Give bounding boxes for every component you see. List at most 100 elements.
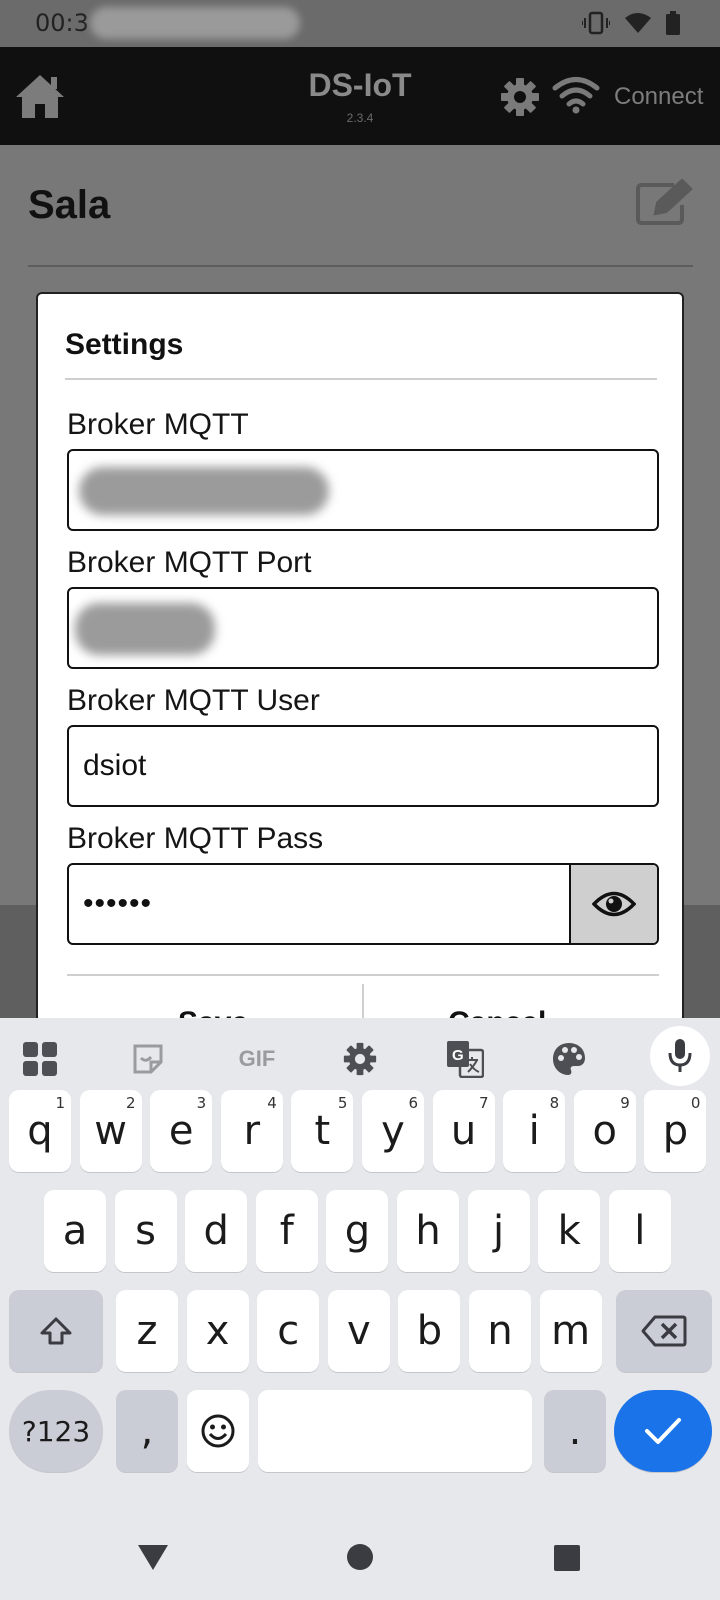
app-bar: DS-IoT 2.3.4 Connect — [0, 47, 720, 145]
key-s[interactable]: s — [114, 1190, 177, 1272]
home-nav-button[interactable] — [346, 1543, 374, 1576]
key-label: c — [277, 1308, 300, 1354]
back-nav-button[interactable] — [136, 1542, 170, 1577]
key-number-hint: 8 — [549, 1094, 560, 1112]
enter-key[interactable] — [614, 1390, 712, 1472]
key-label: g — [344, 1208, 371, 1254]
key-label: t — [314, 1108, 331, 1154]
key-z[interactable]: z — [116, 1290, 178, 1372]
wifi-icon[interactable] — [552, 75, 600, 115]
key-number-hint: 9 — [620, 1094, 630, 1112]
app-version: 2.3.4 — [346, 111, 374, 125]
key-number-hint: 2 — [126, 1094, 136, 1112]
microphone-button[interactable] — [650, 1026, 710, 1086]
wifi-status-icon — [624, 11, 652, 40]
emoji-key[interactable] — [187, 1390, 249, 1472]
battery-icon — [666, 11, 680, 40]
key-number-hint: 3 — [196, 1094, 207, 1112]
key-o[interactable]: o9 — [573, 1090, 636, 1172]
key-u[interactable]: u7 — [432, 1090, 495, 1172]
gear-icon[interactable] — [500, 77, 540, 117]
period-key[interactable]: . — [544, 1390, 606, 1472]
toggle-password-button[interactable] — [569, 865, 657, 943]
divider — [28, 265, 693, 267]
user-label: Broker MQTT User — [67, 684, 320, 717]
back-icon — [138, 1545, 168, 1570]
checkmark-icon — [645, 1418, 681, 1444]
key-v[interactable]: v — [327, 1290, 390, 1372]
key-label: p — [662, 1108, 689, 1154]
key-f[interactable]: f — [255, 1190, 318, 1272]
settings-icon[interactable] — [333, 1032, 387, 1086]
pass-value: •••••• — [83, 887, 153, 920]
key-c[interactable]: c — [257, 1290, 320, 1372]
app-title: DS-IoT — [308, 67, 412, 103]
palette-icon[interactable] — [542, 1032, 596, 1086]
comma-key[interactable]: , — [116, 1390, 178, 1472]
user-input[interactable]: dsiot — [67, 725, 659, 807]
connect-button[interactable]: Connect — [614, 83, 703, 111]
recents-nav-button[interactable] — [553, 1544, 581, 1577]
key-label: s — [135, 1208, 157, 1254]
key-y[interactable]: y6 — [362, 1090, 424, 1172]
broker-input[interactable] — [67, 449, 659, 531]
key-x[interactable]: x — [186, 1290, 249, 1372]
pass-input[interactable]: •••••• — [67, 863, 659, 945]
key-m[interactable]: m — [539, 1290, 602, 1372]
key-g[interactable]: g — [326, 1190, 389, 1272]
shift-key[interactable] — [9, 1290, 103, 1372]
key-r[interactable]: r4 — [220, 1090, 283, 1172]
key-q[interactable]: q1 — [9, 1090, 71, 1172]
key-number-hint: 4 — [267, 1094, 277, 1112]
key-label: b — [416, 1308, 443, 1354]
key-label: q — [27, 1108, 53, 1154]
key-label: x — [205, 1308, 230, 1354]
key-p[interactable]: p0 — [644, 1090, 707, 1172]
key-j[interactable]: j — [467, 1190, 530, 1272]
space-key[interactable] — [258, 1390, 532, 1472]
key-number-hint: 1 — [55, 1094, 65, 1112]
translate-icon[interactable]: G — [438, 1032, 492, 1086]
port-input[interactable] — [67, 587, 659, 669]
key-label: d — [203, 1208, 229, 1254]
eye-icon — [592, 891, 636, 917]
key-label: f — [279, 1208, 294, 1254]
sticker-icon[interactable] — [121, 1032, 175, 1086]
key-n[interactable]: n — [469, 1290, 531, 1372]
key-t[interactable]: t5 — [291, 1090, 354, 1172]
key-w[interactable]: w2 — [79, 1090, 142, 1172]
gif-button[interactable]: GIF — [226, 1032, 288, 1086]
key-k[interactable]: k — [538, 1190, 601, 1272]
key-d[interactable]: d — [185, 1190, 248, 1272]
broker-label: Broker MQTT — [67, 408, 249, 441]
svg-text:G: G — [452, 1047, 464, 1064]
key-label: u — [450, 1108, 477, 1154]
key-label: n — [487, 1308, 513, 1354]
apps-icon[interactable] — [13, 1032, 67, 1086]
key-label: h — [415, 1208, 441, 1254]
user-value: dsiot — [83, 749, 147, 782]
key-e[interactable]: e3 — [150, 1090, 213, 1172]
key-number-hint: 5 — [337, 1094, 348, 1112]
key-label: a — [62, 1208, 88, 1254]
symbols-key[interactable]: ?123 — [9, 1390, 103, 1472]
key-l[interactable]: l — [608, 1190, 671, 1272]
dialog-title: Settings — [65, 328, 184, 361]
backspace-key[interactable] — [616, 1290, 712, 1372]
edit-icon[interactable] — [636, 178, 694, 227]
key-b[interactable]: b — [398, 1290, 461, 1372]
key-number-hint: 6 — [408, 1094, 418, 1112]
redacted-value — [79, 467, 329, 515]
home-circle-icon — [347, 1544, 373, 1570]
key-i[interactable]: i8 — [503, 1090, 566, 1172]
key-a[interactable]: a — [44, 1190, 106, 1272]
emoji-icon — [201, 1414, 235, 1448]
buttons-divider — [67, 974, 659, 976]
shift-icon — [40, 1317, 72, 1345]
key-label: m — [551, 1308, 591, 1354]
key-label: r — [243, 1108, 261, 1154]
recents-icon — [554, 1545, 580, 1571]
microphone-icon — [668, 1039, 692, 1072]
key-label: j — [493, 1208, 505, 1254]
key-h[interactable]: h — [397, 1190, 459, 1272]
